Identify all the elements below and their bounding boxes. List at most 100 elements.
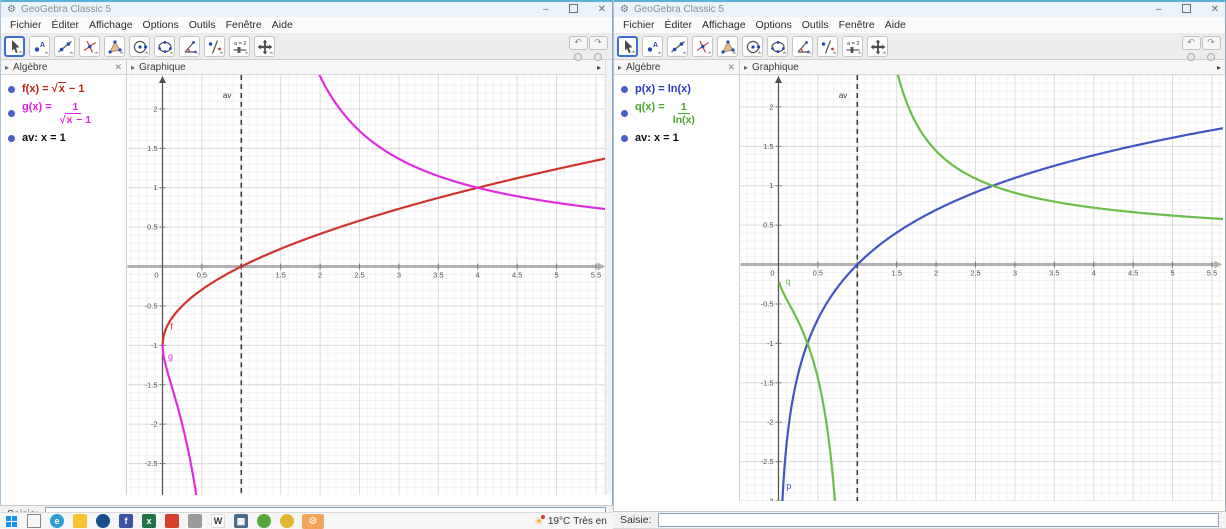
menu-affichage[interactable]: Affichage bbox=[697, 19, 751, 31]
taskbar-app-app-yellow-icon[interactable] bbox=[280, 514, 294, 528]
taskbar-app-edge-icon[interactable]: e bbox=[50, 514, 64, 528]
undo-button[interactable]: ↶ bbox=[1181, 36, 1201, 50]
algebra-item-g[interactable]: g(x) = 1 √x − 1 bbox=[1, 98, 126, 129]
close-button[interactable]: ✕ bbox=[1211, 4, 1219, 15]
menu-fenêtre[interactable]: Fenêtre bbox=[834, 19, 880, 31]
algebra-close-icon[interactable]: ✕ bbox=[114, 62, 122, 73]
graphics-view[interactable]: 0.511.522.533.544.555.521.510.5-0.5-1-1.… bbox=[127, 75, 606, 495]
menu-aide[interactable]: Aide bbox=[267, 19, 298, 31]
tool-conic[interactable] bbox=[767, 36, 788, 57]
algebra-input-field[interactable] bbox=[657, 513, 1219, 527]
y-tick-label: 1.5 bbox=[763, 142, 773, 151]
tool-line[interactable] bbox=[667, 36, 688, 57]
taskbar-app-app-red-icon[interactable] bbox=[165, 514, 179, 528]
stylebar-toggle-icon[interactable]: ▸ bbox=[597, 63, 601, 72]
toolbar-extra-icon[interactable] bbox=[574, 53, 582, 61]
curve-label-g[interactable]: g bbox=[168, 352, 173, 362]
maximize-button[interactable] bbox=[568, 3, 578, 16]
tool-move-graphics-view[interactable] bbox=[254, 36, 275, 57]
tool-point[interactable]: A bbox=[29, 36, 50, 57]
visibility-marble[interactable] bbox=[621, 134, 628, 142]
algebra-item-f[interactable]: f(x) = √x − 1 bbox=[1, 80, 126, 98]
curve-label-p[interactable]: p bbox=[786, 481, 791, 491]
visibility-marble[interactable] bbox=[8, 110, 15, 118]
panel-collapse-icon[interactable]: ▸ bbox=[5, 63, 9, 72]
panel-collapse-icon[interactable]: ▸ bbox=[618, 63, 622, 72]
redo-button[interactable]: ↷ bbox=[588, 36, 608, 50]
curve-label-f[interactable]: f bbox=[170, 322, 173, 332]
tool-perpendicular-line[interactable] bbox=[79, 36, 100, 57]
algebra-item-q[interactable]: q(x) = 1 ln(x) bbox=[614, 98, 739, 129]
tool-slider[interactable]: a = 2 bbox=[842, 36, 863, 57]
taskbar-weather[interactable]: ☀ 19°C Très en bbox=[534, 513, 607, 529]
menu-affichage[interactable]: Affichage bbox=[84, 19, 138, 31]
taskbar-app-calculator-icon[interactable]: ▦ bbox=[234, 514, 248, 528]
tool-reflect[interactable] bbox=[204, 36, 225, 57]
tool-polygon[interactable] bbox=[104, 36, 125, 57]
toolbar-extra-icon[interactable] bbox=[1207, 53, 1215, 61]
tool-move-graphics-view[interactable] bbox=[867, 36, 888, 57]
minimize-button[interactable]: – bbox=[1156, 4, 1162, 15]
tool-angle[interactable] bbox=[179, 36, 200, 57]
tool-angle[interactable] bbox=[792, 36, 813, 57]
curve-f[interactable] bbox=[161, 157, 606, 347]
algebra-item-p[interactable]: p(x) = ln(x) bbox=[614, 80, 739, 98]
tool-reflect[interactable] bbox=[817, 36, 838, 57]
taskbar-app-task-view-icon[interactable] bbox=[27, 514, 41, 528]
tool-line[interactable] bbox=[54, 36, 75, 57]
taskbar-app-facebook-icon[interactable]: f bbox=[119, 514, 133, 528]
menu-options[interactable]: Options bbox=[138, 19, 184, 31]
tool-point[interactable]: A bbox=[642, 36, 663, 57]
visibility-marble[interactable] bbox=[621, 85, 628, 93]
undo-button[interactable]: ↶ bbox=[568, 36, 588, 50]
curve-p[interactable] bbox=[779, 127, 1223, 501]
math-text: g(x) = bbox=[22, 101, 55, 113]
tool-conic[interactable] bbox=[154, 36, 175, 57]
minimize-button[interactable]: – bbox=[543, 4, 549, 15]
tool-circle-center-point[interactable] bbox=[129, 36, 150, 57]
menu-outils[interactable]: Outils bbox=[797, 19, 834, 31]
close-button[interactable]: ✕ bbox=[598, 4, 606, 15]
taskbar-app-word-icon[interactable]: W bbox=[211, 514, 225, 528]
menu-fichier[interactable]: Fichier bbox=[5, 19, 47, 31]
algebra-item-av[interactable]: av: x = 1 bbox=[1, 129, 126, 147]
visibility-marble[interactable] bbox=[8, 134, 15, 142]
taskbar-app-geogebra-active-icon[interactable]: ⚙ bbox=[302, 513, 324, 529]
maximize-button[interactable] bbox=[1181, 3, 1191, 16]
menu-options[interactable]: Options bbox=[751, 19, 797, 31]
tool-circle-center-point[interactable] bbox=[742, 36, 763, 57]
tool-polygon[interactable] bbox=[717, 36, 738, 57]
taskbar-app-app-blue-icon[interactable] bbox=[96, 514, 110, 528]
tool-slider[interactable]: a = 2 bbox=[229, 36, 250, 57]
algebra-item-av[interactable]: av: x = 1 bbox=[614, 129, 739, 147]
menu-éditer[interactable]: Éditer bbox=[47, 19, 84, 31]
toolbar-extra-icon[interactable] bbox=[594, 53, 602, 61]
taskbar-app-excel-icon[interactable]: x bbox=[142, 514, 156, 528]
curve-label-q[interactable]: q bbox=[786, 276, 791, 286]
menu-aide[interactable]: Aide bbox=[880, 19, 911, 31]
taskbar-app-file-explorer-icon[interactable] bbox=[73, 514, 87, 528]
panel-collapse-icon[interactable]: ▸ bbox=[744, 63, 748, 72]
tool-move[interactable] bbox=[4, 36, 25, 57]
start-button-icon[interactable] bbox=[5, 515, 18, 528]
visibility-marble[interactable] bbox=[8, 85, 15, 93]
menu-fenêtre[interactable]: Fenêtre bbox=[221, 19, 267, 31]
redo-button[interactable]: ↷ bbox=[1201, 36, 1221, 50]
taskbar-app-app-green-icon[interactable] bbox=[257, 514, 271, 528]
algebra-close-icon[interactable]: ✕ bbox=[727, 62, 735, 73]
visibility-marble[interactable] bbox=[621, 110, 628, 118]
panel-collapse-icon[interactable]: ▸ bbox=[131, 63, 135, 72]
tool-perpendicular-line[interactable] bbox=[692, 36, 713, 57]
graphics-view[interactable]: 0.511.522.533.544.555.521.510.5-0.5-1-1.… bbox=[740, 75, 1223, 501]
menu-éditer[interactable]: Éditer bbox=[660, 19, 697, 31]
x-axis-arrow bbox=[1214, 260, 1222, 269]
tool-dropdown-arrow bbox=[169, 51, 174, 56]
taskbar-app-printer-icon[interactable] bbox=[188, 514, 202, 528]
x-tick-label: 3.5 bbox=[1049, 269, 1059, 278]
tool-move[interactable] bbox=[617, 36, 638, 57]
menu-outils[interactable]: Outils bbox=[184, 19, 221, 31]
stylebar-toggle-icon[interactable]: ▸ bbox=[1217, 63, 1221, 72]
toolbar-extra-icon[interactable] bbox=[1187, 53, 1195, 61]
menu-fichier[interactable]: Fichier bbox=[618, 19, 660, 31]
graphics-panel: ▸Graphique▸0.511.522.533.544.555.521.510… bbox=[740, 60, 1225, 501]
